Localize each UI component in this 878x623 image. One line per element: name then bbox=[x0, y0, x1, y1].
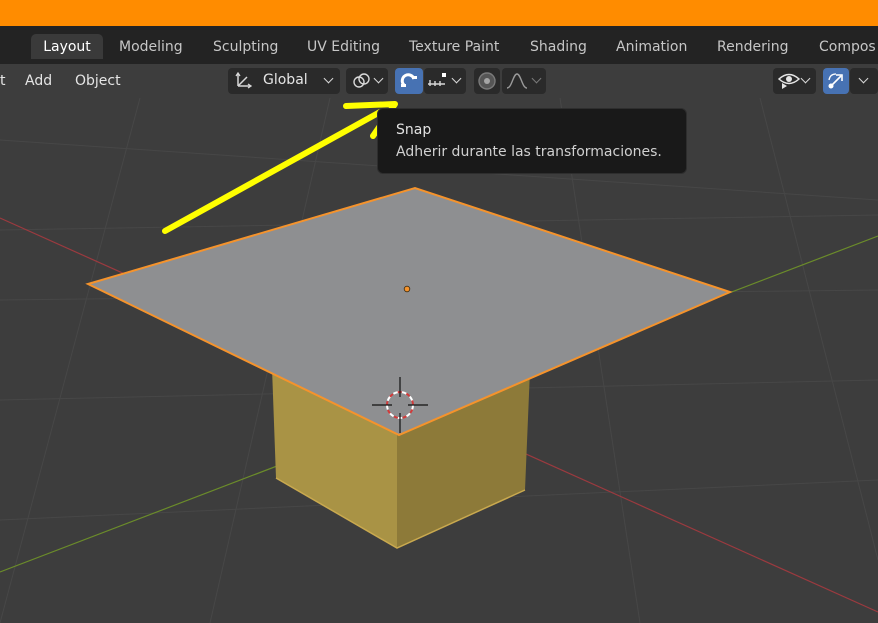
gizmo-icon bbox=[828, 73, 843, 89]
tab-shading[interactable]: Shading bbox=[530, 34, 587, 59]
tab-rendering[interactable]: Rendering bbox=[717, 34, 789, 59]
plane-object[interactable] bbox=[85, 186, 733, 437]
3d-viewport[interactable] bbox=[0, 98, 878, 623]
transform-orientation-dropdown[interactable]: Global bbox=[228, 68, 340, 94]
transform-orientation-icon bbox=[235, 72, 252, 89]
viewport-header: t Add Object Global bbox=[0, 64, 878, 98]
magnet-icon bbox=[400, 73, 417, 87]
chevron-down-icon bbox=[451, 73, 462, 84]
chevron-down-icon bbox=[858, 73, 869, 84]
viewport-scene bbox=[0, 98, 878, 623]
visibility-dropdown[interactable] bbox=[773, 68, 816, 94]
object-origin bbox=[403, 285, 411, 293]
snap-increment-icon bbox=[428, 73, 446, 86]
eye-icon bbox=[778, 73, 800, 89]
tab-uv-editing[interactable]: UV Editing bbox=[307, 34, 380, 59]
proportional-editing-icon bbox=[478, 72, 496, 90]
gizmo-dropdown[interactable] bbox=[850, 68, 878, 94]
snap-tooltip: Snap Adherir durante las transformacione… bbox=[377, 108, 687, 174]
tab-layout[interactable]: Layout bbox=[31, 34, 103, 59]
snap-toggle-button[interactable] bbox=[395, 68, 423, 94]
transform-orientation-label: Global bbox=[263, 72, 308, 88]
falloff-curve-icon bbox=[506, 73, 528, 89]
tooltip-title: Snap bbox=[396, 122, 432, 138]
chevron-down-icon bbox=[373, 73, 384, 84]
pivot-point-dropdown[interactable] bbox=[346, 68, 388, 94]
tab-sculpting[interactable]: Sculpting bbox=[213, 34, 278, 59]
tab-texture-paint[interactable]: Texture Paint bbox=[409, 34, 499, 59]
proportional-editing-toggle[interactable] bbox=[474, 68, 500, 94]
menu-add[interactable]: Add bbox=[25, 72, 52, 90]
proportional-falloff-dropdown[interactable] bbox=[502, 68, 546, 94]
tab-modeling[interactable]: Modeling bbox=[119, 34, 183, 59]
tab-animation[interactable]: Animation bbox=[616, 34, 687, 59]
chevron-down-icon bbox=[531, 73, 542, 84]
workspace-tabs-bar: Layout Modeling Sculpting UV Editing Tex… bbox=[0, 26, 878, 64]
tab-compositing[interactable]: Compos bbox=[819, 34, 876, 59]
pivot-point-icon bbox=[353, 73, 370, 88]
menu-object[interactable]: Object bbox=[75, 72, 121, 90]
top-bar bbox=[0, 0, 878, 26]
snap-target-dropdown[interactable] bbox=[424, 68, 466, 94]
tooltip-description: Adherir durante las transformaciones. bbox=[396, 144, 662, 160]
menu-select-partial[interactable]: t bbox=[0, 72, 6, 90]
gizmo-toggle-button[interactable] bbox=[823, 68, 849, 94]
chevron-down-icon bbox=[323, 73, 334, 84]
chevron-down-icon bbox=[800, 73, 811, 84]
